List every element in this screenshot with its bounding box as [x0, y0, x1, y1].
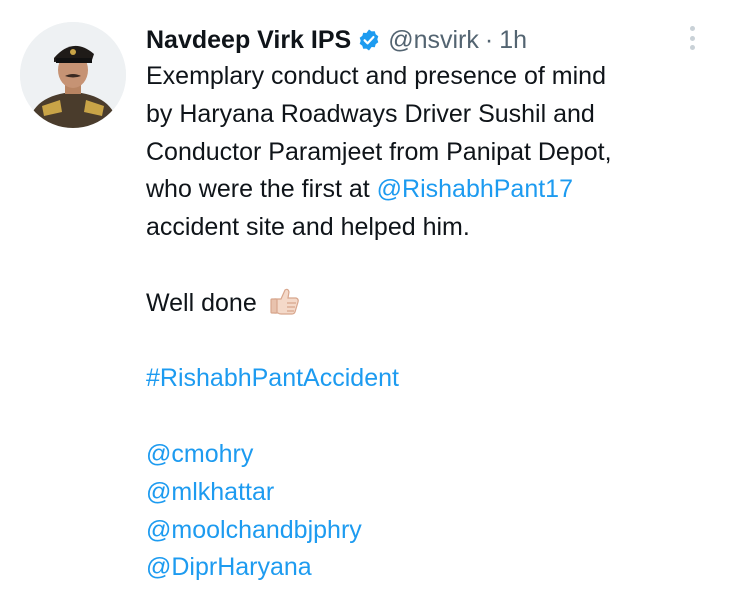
timestamp[interactable]: 1h	[499, 26, 527, 55]
tweet-header: Navdeep Virk IPS @nsvirk · 1h	[146, 22, 527, 58]
text-line: accident site and helped him.	[146, 213, 470, 242]
text-line: by Haryana Roadways Driver Sushil and	[146, 99, 595, 128]
verified-badge-icon	[357, 28, 381, 52]
tweet[interactable]: Navdeep Virk IPS @nsvirk · 1h Exemplary …	[0, 0, 730, 602]
well-done-text: Well done	[146, 288, 257, 317]
mention-link-cmohry[interactable]: @cmohry	[146, 436, 716, 474]
tweet-text: Exemplary conduct and presence of mind b…	[146, 58, 716, 587]
text-line: Well done	[146, 285, 716, 323]
thumbs-up-icon	[267, 284, 301, 318]
mention-link-rishabhpant17[interactable]: @RishabhPant17	[377, 175, 573, 203]
text-line: Exemplary conduct and presence of mind	[146, 62, 606, 90]
mention-link-moolchandbjphry[interactable]: @moolchandbjphry	[146, 512, 716, 550]
author-handle[interactable]: @nsvirk	[388, 26, 479, 55]
text-line: Conductor Paramjeet from Panipat Depot,	[146, 137, 612, 166]
text-line: who were the first at @RishabhPant17	[146, 171, 716, 209]
hashtag-link[interactable]: #RishabhPantAccident	[146, 360, 716, 398]
more-vertical-icon[interactable]	[684, 26, 700, 50]
mention-link-mlkhattar[interactable]: @mlkhattar	[146, 474, 716, 512]
avatar[interactable]	[20, 22, 126, 128]
author-name[interactable]: Navdeep Virk IPS	[146, 26, 351, 55]
mention-link-diprharyana[interactable]: @DiprHaryana	[146, 549, 716, 587]
text-segment: who were the first at	[146, 175, 377, 204]
separator-dot: ·	[484, 25, 494, 54]
